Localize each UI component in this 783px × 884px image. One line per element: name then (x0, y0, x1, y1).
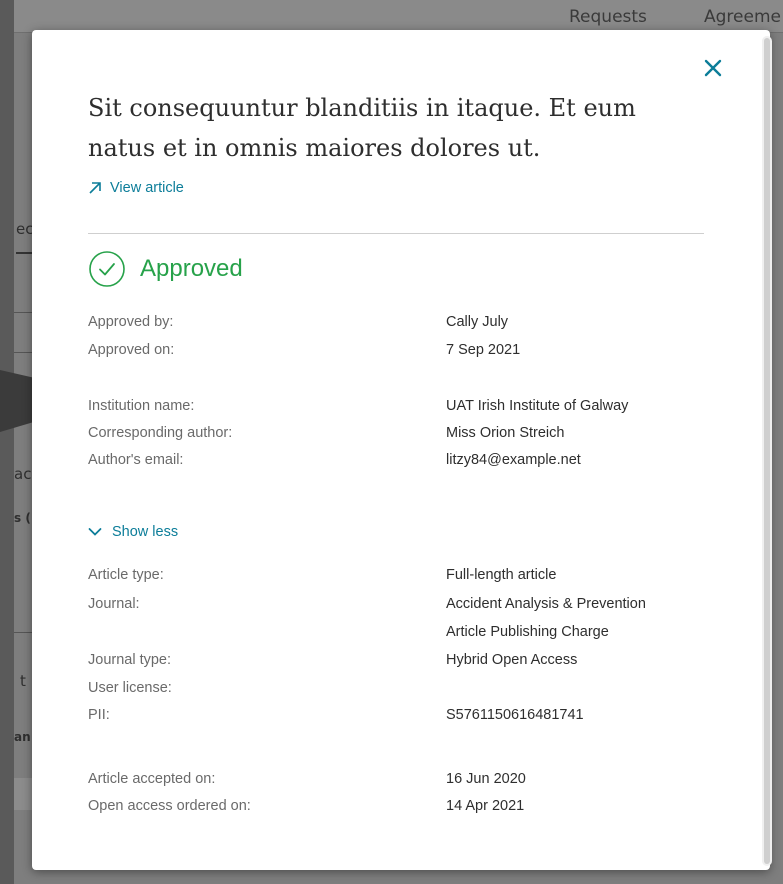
accepted-on-value: 16 Jun 2020 (446, 771, 526, 787)
modal-scrollbar[interactable] (762, 36, 772, 866)
show-less-toggle[interactable]: Show less (88, 524, 178, 540)
approved-by-value: Cally July (446, 314, 509, 330)
author-email-value: litzy84@example.net (446, 452, 581, 468)
background-fragment: ac (14, 465, 32, 483)
journal-type-label: Journal type: (88, 652, 172, 668)
background-nav-requests: Requests (569, 7, 647, 27)
background-fragment: s ( (14, 511, 31, 525)
journal-value: Accident Analysis & Prevention (446, 596, 646, 612)
chevron-down-icon (88, 528, 102, 536)
institution-name-label: Institution name: (88, 398, 195, 414)
user-license-label: User license: (88, 680, 172, 696)
background-tab-underline (16, 252, 32, 254)
section-divider (88, 233, 704, 234)
background-divider (14, 632, 34, 633)
oa-ordered-on-value: 14 Apr 2021 (446, 798, 525, 814)
background-divider (14, 312, 34, 313)
oa-ordered-on-label: Open access ordered on: (88, 798, 251, 814)
close-button[interactable] (699, 54, 727, 82)
view-article-link[interactable]: View article (88, 180, 184, 196)
external-arrow-icon (89, 182, 101, 194)
background-fragment: an (14, 730, 31, 744)
corresponding-author-value: Miss Orion Streich (446, 425, 565, 441)
pii-label: PII: (88, 707, 110, 723)
approved-on-value: 7 Sep 2021 (446, 342, 521, 358)
close-icon (704, 59, 722, 77)
journal-type-value: Hybrid Open Access (446, 652, 578, 668)
background-nav-agreements: Agreeme (704, 7, 781, 27)
publishing-charge-value: Article Publishing Charge (446, 624, 609, 640)
article-type-label: Article type: (88, 567, 164, 583)
author-email-label: Author's email: (88, 452, 184, 468)
corresponding-author-label: Corresponding author: (88, 425, 233, 441)
accepted-on-label: Article accepted on: (88, 771, 216, 787)
approved-on-label: Approved on: (88, 342, 175, 358)
article-title: Sit consequuntur blanditiis in itaque. E… (88, 94, 636, 162)
approved-by-label: Approved by: (88, 314, 174, 330)
background-fragment: ec (16, 220, 34, 238)
pii-value: S5761150616481741 (446, 707, 584, 723)
view-article-label: View article (110, 180, 184, 196)
journal-label: Journal: (88, 596, 140, 612)
background-box (14, 778, 34, 810)
institution-name-value: UAT Irish Institute of Galway (446, 398, 629, 414)
status-label: Approved (140, 255, 243, 282)
approval-status: Approved (88, 250, 243, 288)
article-details-modal: Sit consequuntur blanditiis in itaque. E… (32, 30, 770, 870)
show-less-label: Show less (112, 524, 179, 540)
scrollbar-thumb[interactable] (764, 38, 770, 864)
article-type-value: Full-length article (446, 567, 557, 583)
background-top-nav: Requests Agreeme (14, 0, 783, 33)
background-fragment: t (20, 672, 26, 690)
background-divider (14, 352, 34, 353)
check-circle-icon (89, 251, 125, 287)
